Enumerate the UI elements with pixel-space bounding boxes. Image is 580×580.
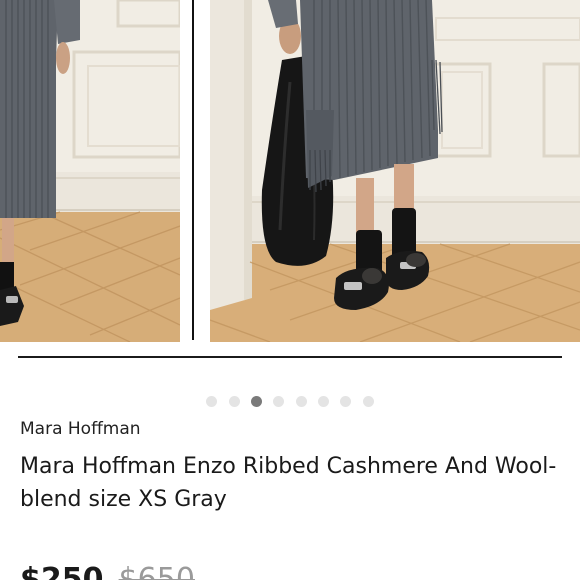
price-original: $650 <box>118 562 195 580</box>
price-row: $250 $650 <box>20 562 195 580</box>
carousel-dot[interactable] <box>228 395 240 407</box>
carousel-pagination[interactable] <box>0 394 580 408</box>
brand-name[interactable]: Mara Hoffman <box>20 419 141 439</box>
product-title: Mara Hoffman Enzo Ribbed Cashmere And Wo… <box>20 454 557 512</box>
photo-carousel[interactable] <box>0 0 580 342</box>
carousel-dot[interactable] <box>317 395 329 407</box>
product-page: Mara Hoffman Mara Hoffman Enzo Ribbed Ca… <box>0 0 580 580</box>
product-photo-previous[interactable] <box>0 0 180 342</box>
carousel-dot[interactable] <box>362 395 374 407</box>
carousel-dot[interactable] <box>273 395 285 407</box>
carousel-dot[interactable] <box>206 395 218 407</box>
carousel-dot[interactable] <box>295 395 307 407</box>
carousel-dot[interactable] <box>340 395 352 407</box>
product-photo-current[interactable] <box>210 0 580 342</box>
carousel-dot[interactable] <box>251 395 263 407</box>
price-current: $250 <box>20 562 104 580</box>
carousel-divider <box>18 356 562 358</box>
photo-divider <box>192 0 194 340</box>
